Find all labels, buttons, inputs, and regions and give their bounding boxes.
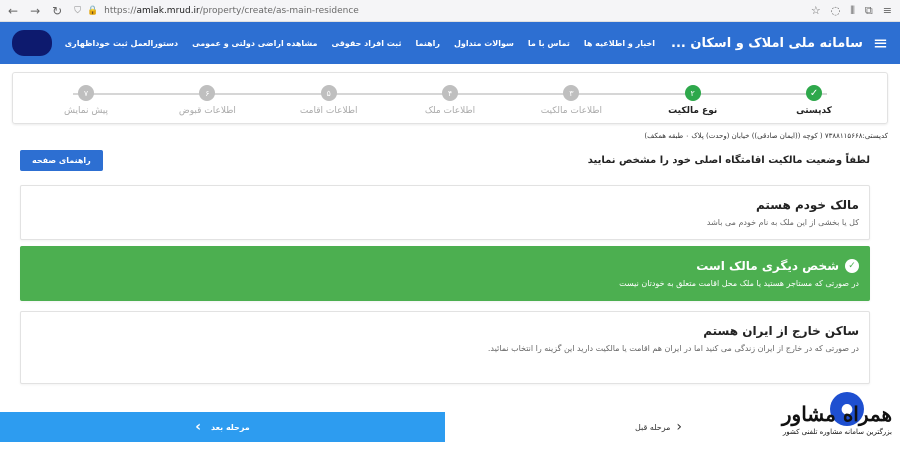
step-number: ۶ [199, 85, 216, 101]
app-header: ≡ سامانه ملی املاک و اسکان ... اخبار و ا… [0, 22, 900, 64]
step-bills-info: ۶ اطلاعات قبوض [152, 73, 262, 123]
bottom-nav: ‹ مرحله بعد مرحله قبل › [0, 412, 900, 442]
step-number: ۵ [320, 85, 337, 101]
step-label: پیش نمایش [64, 106, 109, 116]
next-step-label: مرحله بعد [211, 422, 250, 432]
step-preview: ۷ پیش نمایش [31, 73, 141, 123]
browser-toolbar: ← → ↻ ⛉ 🔒 https://amlak.mrud.ir/property… [0, 0, 900, 22]
prev-step-label: مرحله قبل [635, 422, 671, 432]
brand-name: همراه مشاور [781, 402, 892, 426]
step-label: اطلاعات مالکیت [540, 106, 602, 116]
postal-address: کدپستی:۷۳۸۸۱۱۵۶۶۸ ( کوچه ((ایمان صادقی))… [644, 132, 888, 140]
nav-link-faq[interactable]: سوالات متداول [454, 39, 514, 48]
option-desc: در صورتی که در خارج از ایران زندگی می کن… [487, 344, 859, 353]
option-desc: کل یا بخشی از این ملک به نام خودم می باش… [706, 218, 859, 227]
check-icon: ✓ [845, 259, 859, 273]
app-title: سامانه ملی املاک و اسکان ... [671, 35, 863, 51]
forward-icon[interactable]: → [30, 4, 40, 18]
step-number: ۲ [684, 85, 701, 101]
question-row: لطفاً وضعیت مالکیت اقامتگاه اصلی خود را … [0, 140, 900, 171]
page-guide-button[interactable]: راهنمای صفحه [20, 150, 103, 171]
next-step-button[interactable]: ‹ مرحله بعد [0, 412, 445, 442]
hamburger-icon[interactable]: ≡ [873, 33, 888, 54]
progress-stepper: ✓ کدپستی ۲ نوع مالکیت ۳ اطلاعات مالکیت ۴… [12, 72, 888, 124]
reload-icon[interactable]: ↻ [52, 4, 62, 18]
nav-link-legal-register[interactable]: ثبت افراد حقوقی [331, 39, 401, 48]
avatar[interactable] [12, 30, 52, 56]
step-ownership-type: ۲ نوع مالکیت [638, 73, 748, 123]
option-title: ساکن خارج از ایران هستم [703, 324, 859, 338]
step-property-info: ۴ اطلاعات ملک [395, 73, 505, 123]
option-title: مالک خودم هستم [755, 198, 859, 212]
nav-link-contact[interactable]: تماس با ما [528, 39, 570, 48]
step-number: ۷ [78, 85, 95, 101]
step-label: اطلاعات اقامت [299, 106, 358, 116]
lock-icon: 🔒 [86, 5, 99, 16]
option-desc: در صورتی که مستاجر هستید یا ملک محل اقام… [619, 279, 859, 288]
step-label: نوع مالکیت [668, 106, 718, 116]
step-residence-info: ۵ اطلاعات اقامت [274, 73, 384, 123]
chevron-left-icon: ‹ [195, 419, 202, 435]
step-label: اطلاعات ملک [424, 106, 476, 116]
nav-links: اخبار و اطلاعیه ها تماس با ما سوالات متد… [60, 39, 655, 48]
step-number: ۴ [442, 85, 459, 101]
option-title: شخص دیگری مالک است [696, 259, 839, 273]
extensions-icon[interactable]: ⧉ [865, 4, 873, 18]
url-text[interactable]: https://amlak.mrud.ir/property/create/as… [104, 6, 359, 16]
nav-link-instructions[interactable]: دستورالعمل ثبت خوداظهاری [65, 39, 178, 48]
step-postal-code: ✓ کدپستی [759, 73, 869, 123]
library-icon[interactable]: ⫴ [850, 4, 855, 18]
brand-tagline: بزرگترین سامانه مشاوره تلفنی کشور [782, 428, 892, 436]
step-number: ۳ [563, 85, 580, 101]
option-owner-myself[interactable]: مالک خودم هستم کل یا بخشی از این ملک به … [20, 185, 870, 240]
step-ownership-info: ۳ اطلاعات مالکیت [516, 73, 626, 123]
back-icon[interactable]: ← [8, 4, 18, 18]
nav-link-guide[interactable]: راهنما [415, 39, 440, 48]
option-title-wrap: ✓ شخص دیگری مالک است [31, 259, 859, 273]
brand-watermark: همراه مشاور بزرگترین سامانه مشاوره تلفنی… [782, 402, 892, 436]
address-bar[interactable]: ⛉ 🔒 https://amlak.mrud.ir/property/creat… [74, 6, 799, 16]
star-icon[interactable]: ☆ [811, 4, 821, 18]
chevron-right-icon: › [676, 419, 683, 435]
step-label: اطلاعات قبوض [178, 106, 236, 116]
shield-icon: ⛉ [74, 5, 81, 16]
option-abroad-resident[interactable]: ساکن خارج از ایران هستم در صورتی که در خ… [20, 311, 870, 384]
nav-link-public-lands[interactable]: مشاهده اراضی دولتی و عمومی [192, 39, 317, 48]
check-icon: ✓ [806, 85, 822, 101]
nav-link-news[interactable]: اخبار و اطلاعیه ها [584, 39, 655, 48]
menu-icon[interactable]: ≡ [883, 4, 892, 18]
pocket-icon[interactable]: ◌ [831, 4, 841, 18]
question-text: لطفاً وضعیت مالکیت اقامتگاه اصلی خود را … [587, 155, 870, 166]
step-label: کدپستی [796, 106, 832, 116]
option-other-owner[interactable]: ✓ شخص دیگری مالک است در صورتی که مستاجر … [20, 246, 870, 301]
